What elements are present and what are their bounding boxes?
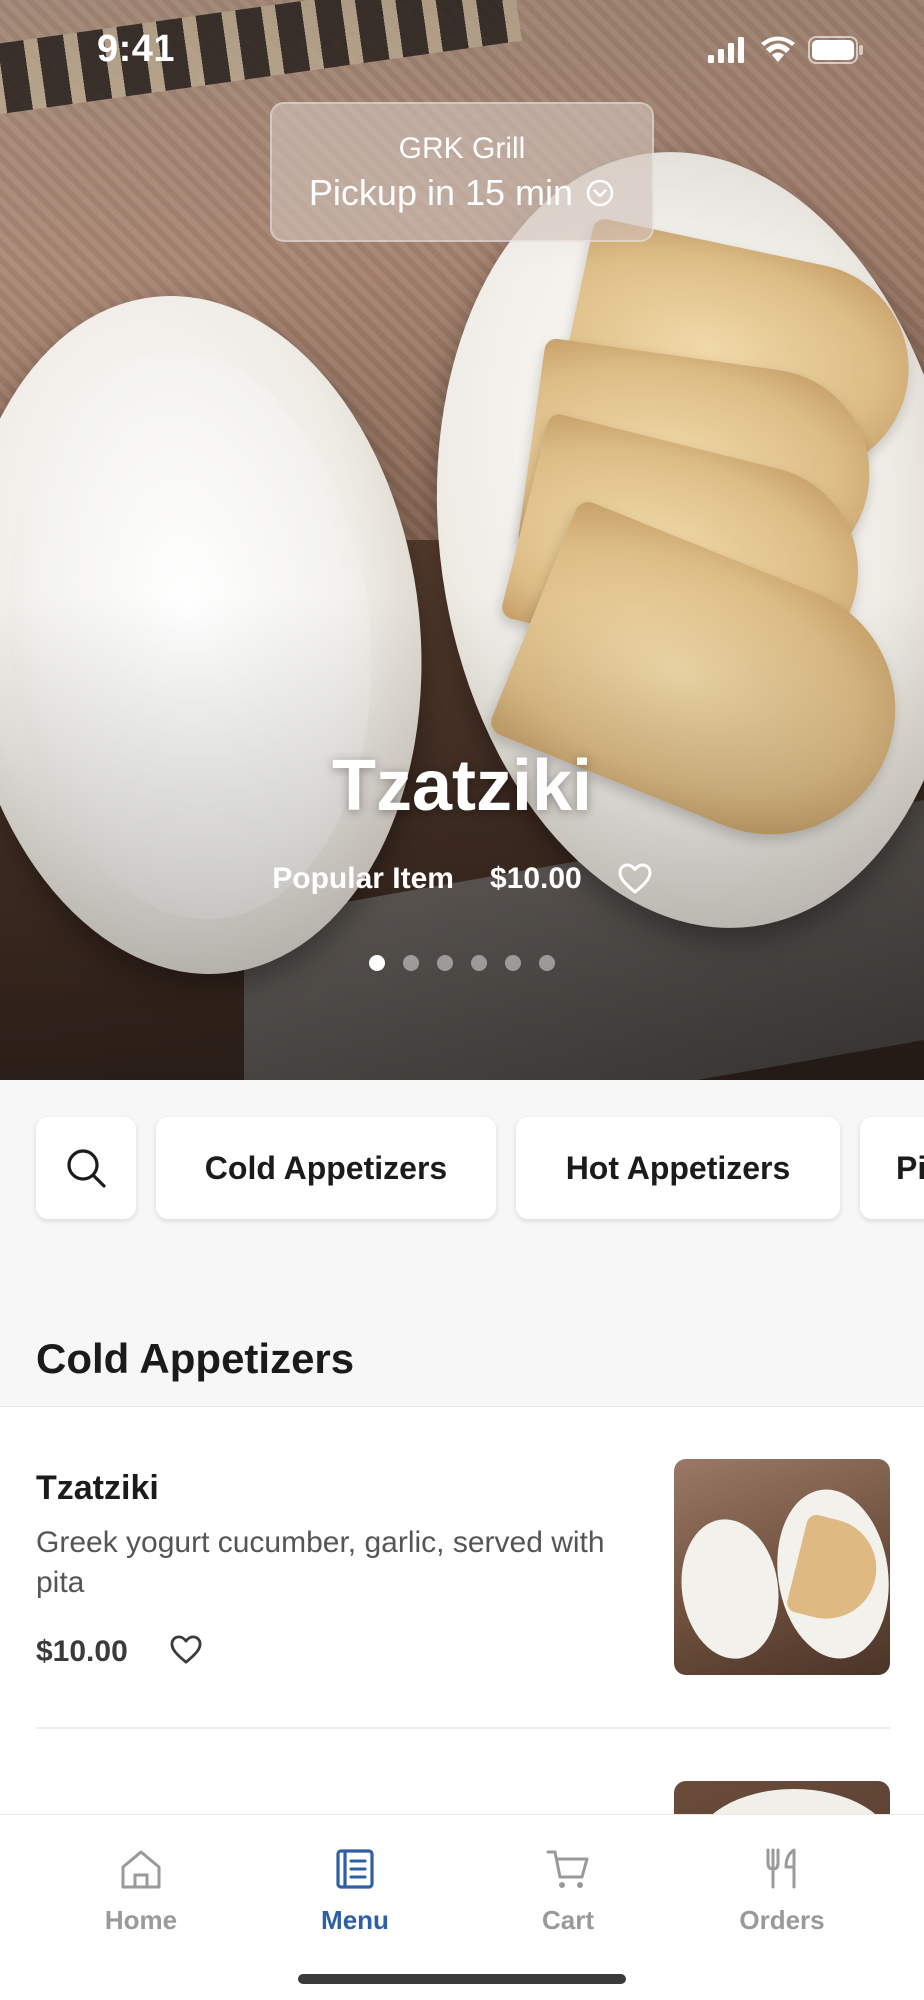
menu-book-icon [336, 1849, 374, 1889]
search-icon [67, 1149, 106, 1188]
wifi-icon [761, 36, 795, 62]
tab-menu[interactable]: Menu [255, 1835, 455, 1945]
fork-knife-icon [766, 1848, 796, 1889]
thumb-plate-left [674, 1513, 788, 1665]
search-button[interactable] [36, 1117, 136, 1219]
menu-item-price: $10.00 [36, 1635, 128, 1668]
tab-menu-label: Menu [321, 1905, 389, 1935]
carousel-dot[interactable] [539, 955, 555, 971]
carousel-dot[interactable] [505, 955, 521, 971]
home-icon [121, 1850, 161, 1889]
featured-price: $10.00 [489, 862, 582, 895]
store-selector[interactable]: GRK Grill Pickup in 15 min [270, 102, 654, 242]
featured-title: Tzatziki [331, 746, 593, 826]
tab-home[interactable]: Home [41, 1835, 241, 1945]
category-bar: Cold Appetizers Hot Appetizers Pi [0, 1080, 924, 1340]
tab-orders[interactable]: Orders [682, 1835, 882, 1945]
carousel-dot[interactable] [403, 955, 419, 971]
category-chip-hot-appetizers[interactable]: Hot Appetizers [516, 1117, 840, 1219]
category-chip-cold-appetizers[interactable]: Cold Appetizers [156, 1117, 496, 1219]
chevron-down-icon [586, 179, 614, 207]
status-icons [708, 36, 864, 64]
menu-item-description: Greek yogurt cucumber, garlic, served wi… [36, 1526, 605, 1599]
tab-orders-label: Orders [739, 1905, 825, 1935]
status-bar: 9:41 [0, 0, 924, 100]
status-time: 9:41 [97, 28, 176, 70]
menu-item-name: Tzatziki [36, 1469, 159, 1507]
carousel-dot[interactable] [471, 955, 487, 971]
cart-icon [546, 1850, 589, 1888]
tab-home-label: Home [104, 1905, 178, 1935]
carousel-dot[interactable] [369, 955, 385, 971]
heart-icon[interactable] [170, 1635, 202, 1665]
pickup-label: Pickup in 15 min [308, 172, 574, 213]
featured-meta: Popular Item $10.00 [0, 862, 924, 896]
home-indicator [298, 1974, 626, 1984]
carousel-dots[interactable] [0, 955, 924, 971]
tab-cart-label: Cart [541, 1905, 594, 1935]
tab-cart[interactable]: Cart [468, 1835, 668, 1945]
menu-item-image [674, 1459, 890, 1675]
menu-item[interactable]: Tzatziki Greek yogurt cucumber, garlic, … [0, 1407, 924, 1729]
signal-icon [708, 37, 744, 63]
featured-tag: Popular Item [272, 862, 454, 895]
list-divider [36, 1727, 890, 1729]
section-title: Cold Appetizers [36, 1335, 355, 1382]
heart-icon[interactable] [618, 863, 652, 895]
carousel-dot[interactable] [437, 955, 453, 971]
tab-bar: Home Menu Cart Orders [0, 1814, 924, 2000]
store-name: GRK Grill [398, 132, 526, 165]
category-chip-partial[interactable]: Pi [860, 1117, 924, 1219]
pickup-time: Pickup in 15 min [272, 172, 652, 214]
battery-icon [808, 36, 863, 64]
